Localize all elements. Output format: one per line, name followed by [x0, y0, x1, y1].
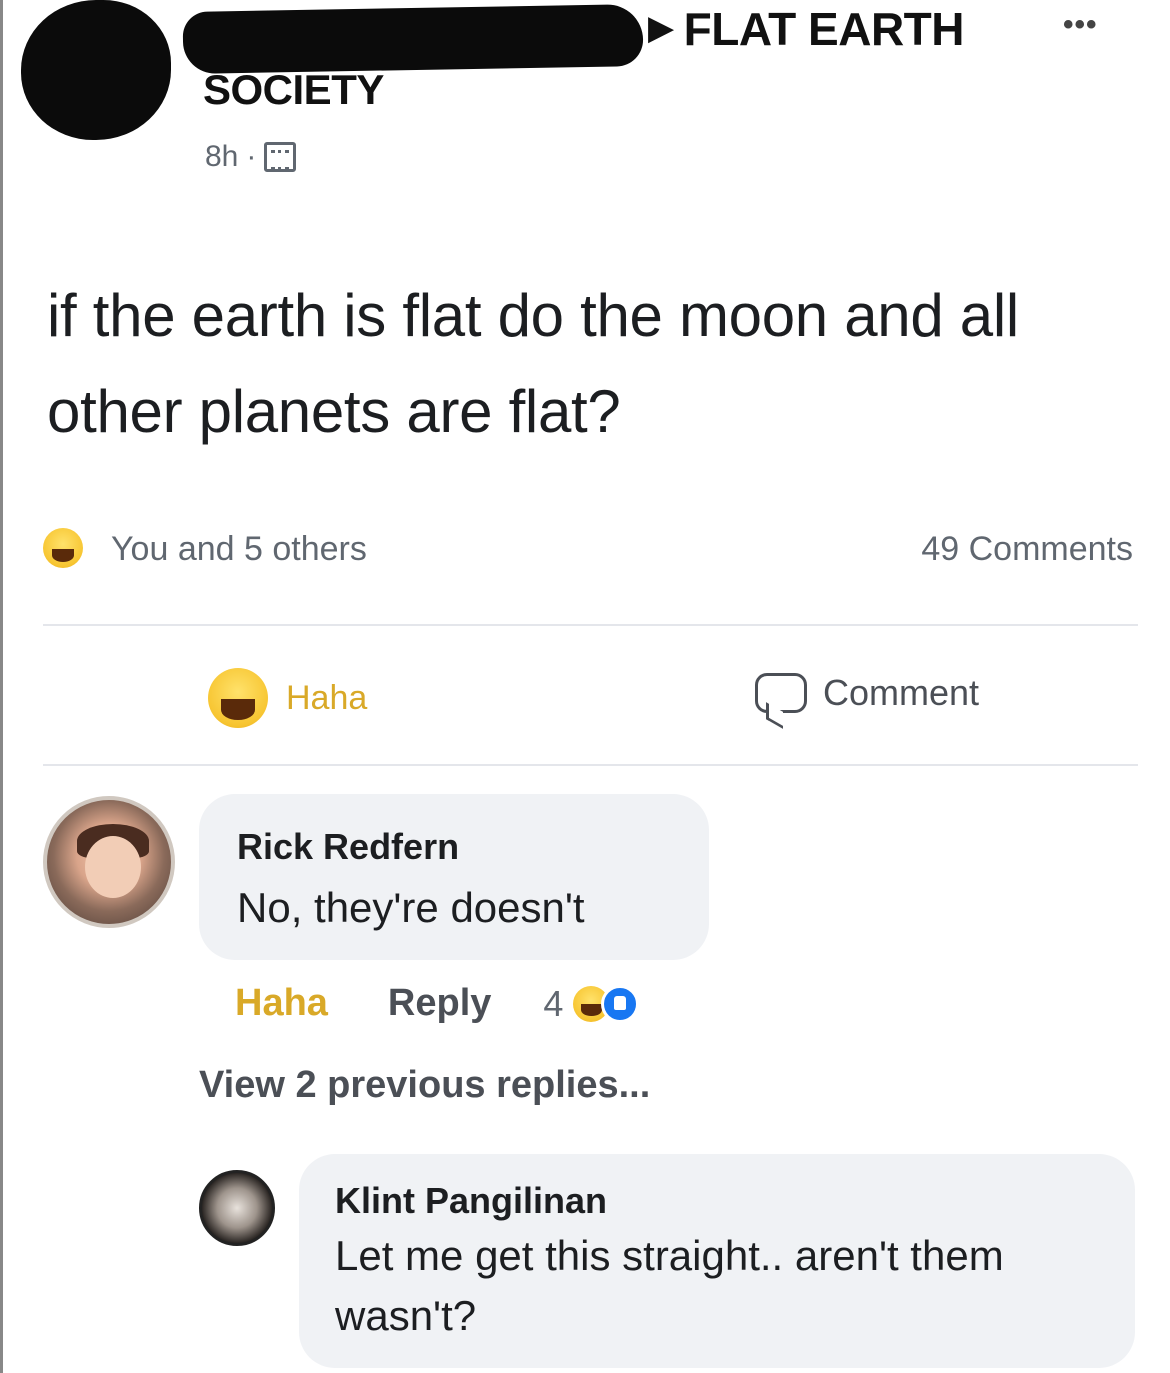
comment-reply-link[interactable]: Reply [388, 982, 491, 1025]
haha-reaction-icon[interactable] [43, 528, 83, 568]
action-bar: Haha Comment [3, 650, 1170, 730]
post-text: if the earth is flat do the moon and all… [47, 282, 1019, 445]
comment-haha-link[interactable]: Haha [235, 982, 328, 1025]
comment-text: No, they're doesn't [237, 884, 585, 931]
divider [43, 624, 1138, 626]
globe-icon [264, 142, 297, 172]
comment-button[interactable]: Comment [755, 672, 979, 714]
commenter-avatar[interactable] [43, 796, 175, 928]
redacted-author-name [182, 3, 644, 75]
group-breadcrumb[interactable]: ▶ FLAT EARTH [648, 2, 964, 56]
reactors-text[interactable]: You and 5 others [111, 530, 367, 569]
divider [43, 764, 1138, 766]
comment-reaction-count[interactable]: 4 [543, 983, 563, 1025]
comment-text: Let me get this straight.. aren't them w… [335, 1232, 1004, 1339]
comments-count[interactable]: 49 Comments [921, 530, 1133, 569]
haha-button-label: Haha [286, 678, 368, 717]
post-card: ▶ FLAT EARTH ••• SOCIETY 8h · if the eart… [0, 0, 1170, 1373]
like-reaction-icon [601, 984, 640, 1023]
comment-author[interactable]: Klint Pangilinan [335, 1180, 607, 1222]
comment-bubble: Klint Pangilinan Let me get this straigh… [299, 1154, 1135, 1368]
redacted-avatar [21, 0, 171, 140]
breadcrumb-arrow-icon: ▶ [648, 9, 674, 47]
haha-button[interactable]: Haha [208, 668, 367, 728]
group-name[interactable]: FLAT EARTH [684, 3, 965, 55]
comment-bubble-icon [755, 673, 807, 713]
more-options-icon[interactable]: ••• [1063, 8, 1098, 42]
group-name-continued[interactable]: SOCIETY [203, 66, 384, 114]
haha-icon [208, 668, 268, 728]
commenter-avatar[interactable] [199, 1170, 275, 1246]
meta-separator: · [246, 140, 257, 173]
comment-button-label: Comment [823, 672, 980, 713]
comment-author[interactable]: Rick Redfern [237, 826, 459, 868]
view-previous-replies-link[interactable]: View 2 previous replies... [199, 1064, 650, 1107]
post-meta: 8h · [205, 140, 297, 174]
post-timestamp[interactable]: 8h [205, 140, 238, 174]
reactions-summary: You and 5 others 49 Comments [43, 528, 1143, 578]
comment-bubble: Rick Redfern No, they're doesn't [199, 794, 709, 960]
comment-actions: Haha Reply 4 [235, 982, 640, 1025]
